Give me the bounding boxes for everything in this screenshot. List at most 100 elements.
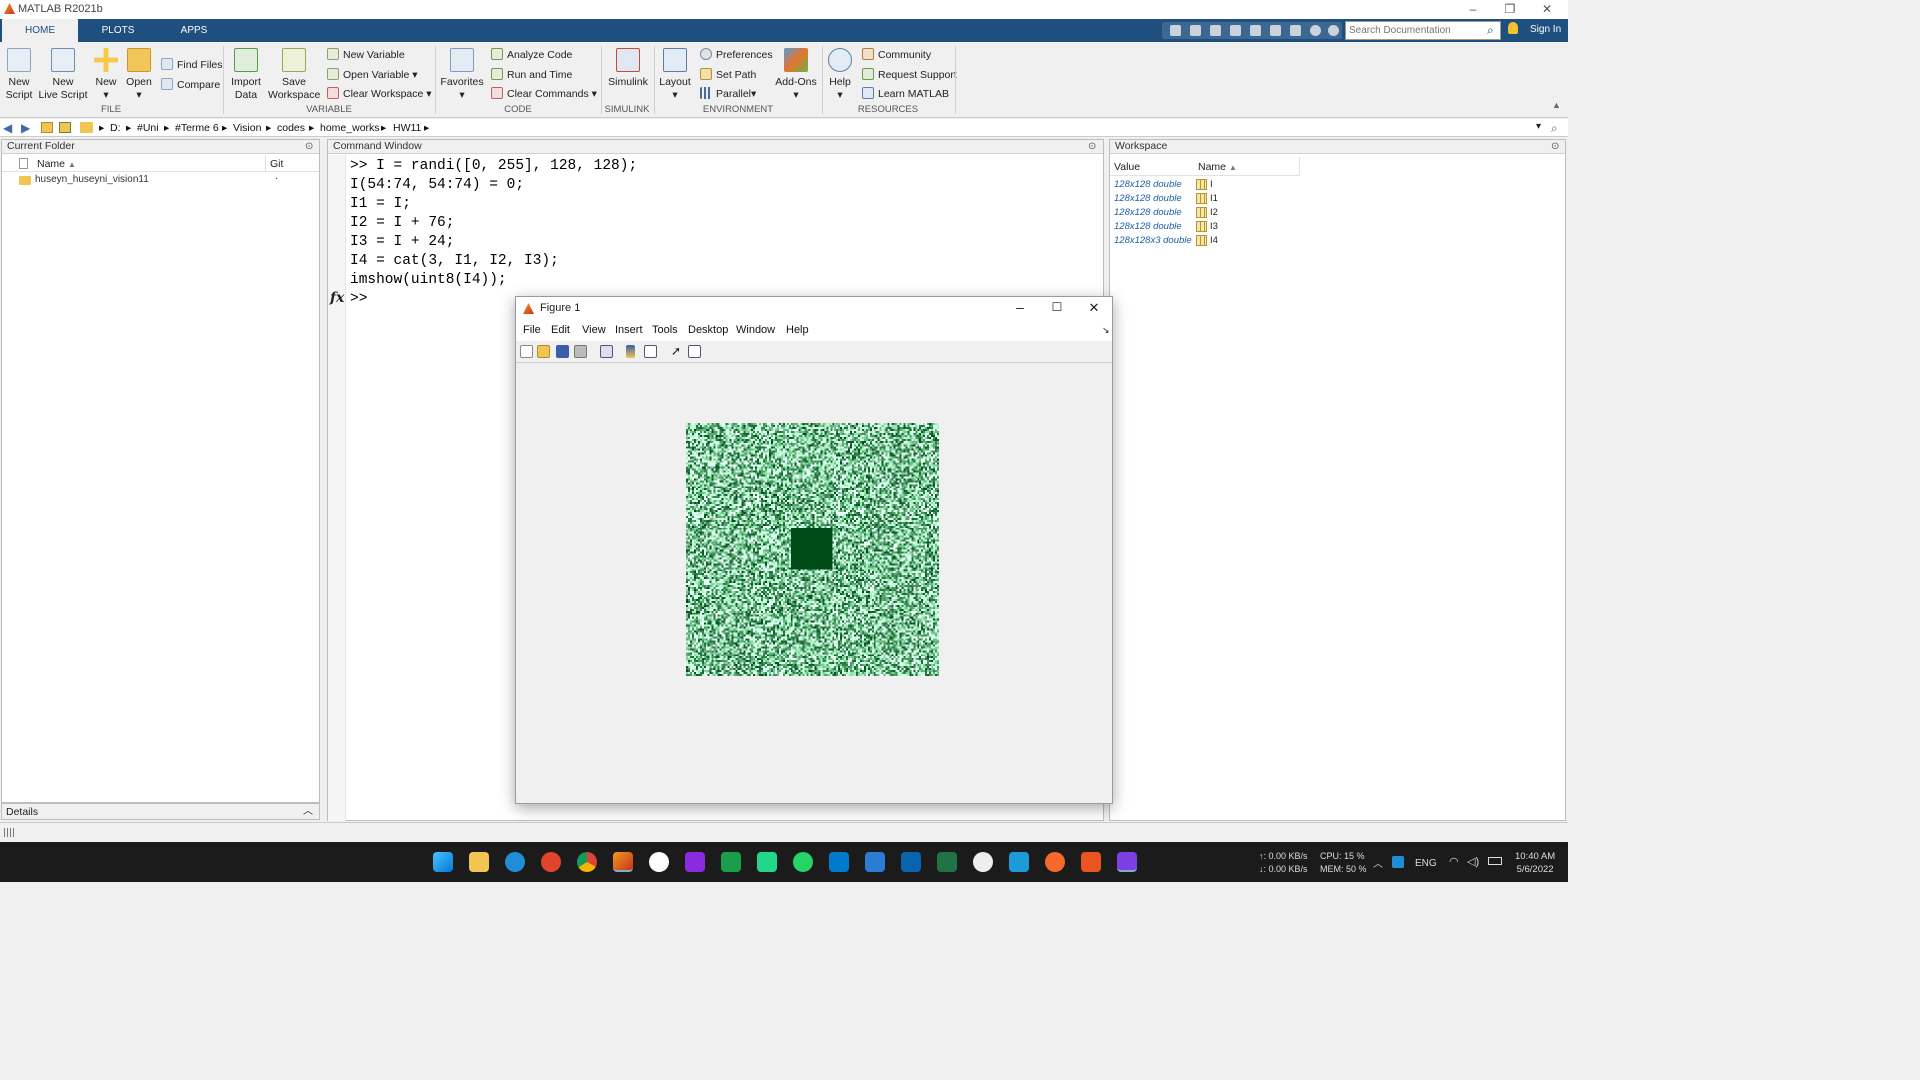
preferences-button[interactable]: Preferences (700, 48, 773, 61)
table-row[interactable]: 128x128 double I2 (1110, 206, 1300, 220)
record-app-icon[interactable] (541, 852, 561, 872)
command-prompt[interactable]: >> (350, 291, 367, 307)
word-app-icon[interactable] (649, 852, 669, 872)
learn-matlab-button[interactable]: Learn MATLAB (862, 87, 949, 100)
visual-studio-icon[interactable] (1117, 852, 1137, 872)
analyze-code-button[interactable]: Analyze Code (491, 48, 572, 61)
save-icon[interactable] (1170, 25, 1181, 36)
cut-icon[interactable] (1190, 25, 1201, 36)
open-button[interactable]: Open ▾ (124, 48, 154, 101)
save-icon[interactable] (556, 345, 569, 358)
tray-app-icon[interactable] (1392, 856, 1404, 868)
set-path-button[interactable]: Set Path (700, 68, 756, 81)
copy-icon[interactable] (1210, 25, 1221, 36)
link-plot-icon[interactable] (600, 345, 613, 358)
clock[interactable]: 10:40 AM 5/6/2022 (1515, 850, 1555, 876)
menu-insert[interactable]: Insert (615, 324, 643, 336)
favorites-button[interactable]: Favorites ▾ (440, 48, 484, 101)
open-file-icon[interactable] (537, 345, 550, 358)
find-files-button[interactable]: Find Files (161, 58, 223, 71)
forward-arrow-icon[interactable]: ▶ (21, 121, 30, 135)
breadcrumb-item[interactable]: codes (277, 122, 305, 134)
menu-tools[interactable]: Tools (652, 324, 678, 336)
switch-windows-icon[interactable] (1290, 25, 1301, 36)
save-workspace-button[interactable]: Save Workspace (268, 48, 320, 101)
image-display[interactable] (686, 423, 939, 676)
simulink-button[interactable]: Simulink (605, 48, 651, 89)
column-divider[interactable] (265, 155, 266, 172)
clion-icon[interactable] (757, 852, 777, 872)
clear-commands-button[interactable]: Clear Commands ▾ (491, 87, 597, 100)
table-row[interactable]: 128x128 double I3 (1110, 220, 1300, 234)
menu-window[interactable]: Window (736, 324, 775, 336)
chevron-up-icon[interactable]: ︿ (303, 804, 313, 820)
menu-view[interactable]: View (582, 324, 606, 336)
file-explorer-icon[interactable] (469, 852, 489, 872)
pycharm-icon[interactable] (721, 852, 741, 872)
windows-start-icon[interactable] (433, 852, 453, 872)
layout-button[interactable]: Layout ▾ (658, 48, 692, 101)
maximize-icon[interactable]: ☐ (1047, 300, 1067, 314)
path-history-dropdown-icon[interactable]: ▾ (1536, 121, 1541, 132)
panel-menu-icon[interactable]: ⊙ (305, 141, 313, 152)
language-indicator[interactable]: ENG (1415, 857, 1437, 870)
vscode-icon[interactable] (829, 852, 849, 872)
new-live-script-button[interactable]: New Live Script (38, 48, 88, 101)
panel-menu-icon[interactable]: ⊙ (1088, 141, 1096, 152)
paste-icon[interactable] (1230, 25, 1241, 36)
list-item[interactable]: huseyn_huseyni_vision11 · (2, 173, 319, 189)
tab-home[interactable]: HOME (2, 19, 78, 42)
breadcrumb-item[interactable]: D: (110, 122, 121, 134)
tab-apps[interactable]: APPS (160, 19, 228, 42)
chevron-up-icon[interactable]: ︿ (1373, 855, 1383, 870)
legend-icon[interactable] (644, 345, 657, 358)
collapse-ribbon-icon[interactable]: ▲ (1552, 100, 1561, 110)
open-variable-button[interactable]: Open Variable ▾ (327, 68, 418, 81)
settings-icon[interactable] (1328, 25, 1339, 36)
menu-edit[interactable]: Edit (551, 324, 570, 336)
compare-button[interactable]: Compare (161, 78, 220, 91)
steam-icon[interactable] (1009, 852, 1029, 872)
pointer-icon[interactable]: ➚ (671, 344, 681, 358)
new-figure-icon[interactable] (520, 345, 533, 358)
ubuntu-icon[interactable] (1081, 852, 1101, 872)
menu-desktop[interactable]: Desktop (688, 324, 728, 336)
edge-browser-icon[interactable] (505, 852, 525, 872)
phpstorm-icon[interactable] (685, 852, 705, 872)
table-row[interactable]: 128x128 double I1 (1110, 192, 1300, 206)
col-name[interactable]: Name ▲ (1194, 157, 1300, 176)
dock-arrow-icon[interactable]: ↘ (1102, 325, 1110, 336)
search-documentation-input[interactable] (1345, 21, 1501, 40)
function-browser-icon[interactable]: fx (330, 290, 344, 306)
whatsapp-icon[interactable] (793, 852, 813, 872)
add-ons-button[interactable]: Add-Ons ▾ (773, 48, 819, 101)
breadcrumb-item[interactable]: Vision (233, 122, 261, 134)
request-support-button[interactable]: Request Support (862, 68, 957, 81)
restore-icon[interactable]: ❐ (1495, 2, 1525, 16)
matlab-taskbar-icon[interactable] (613, 852, 633, 872)
community-button[interactable]: Community (862, 48, 931, 61)
table-row[interactable]: 128x128 double I (1110, 178, 1300, 192)
breadcrumb-item[interactable]: HW11 (393, 122, 421, 134)
breadcrumb-item[interactable]: #Uni (137, 122, 159, 134)
back-arrow-icon[interactable]: ◀ (3, 121, 12, 135)
minimize-icon[interactable]: – (1458, 2, 1488, 16)
panel-menu-icon[interactable]: ⊙ (1551, 141, 1559, 152)
colorbar-icon[interactable] (626, 345, 635, 358)
excel-icon[interactable] (937, 852, 957, 872)
new-script-button[interactable]: New Script (4, 48, 34, 101)
search-icon[interactable]: ⌕ (1487, 23, 1494, 38)
undo-icon[interactable] (1250, 25, 1261, 36)
table-row[interactable]: 128x128x3 double I4 (1110, 234, 1300, 248)
menu-file[interactable]: File (523, 324, 541, 336)
new-button[interactable]: New ▾ (92, 48, 120, 101)
clear-workspace-button[interactable]: Clear Workspace ▾ (327, 87, 432, 100)
close-icon[interactable]: ✕ (1532, 2, 1562, 16)
breadcrumb-item[interactable]: home_works (320, 122, 380, 134)
browse-folder-icon[interactable] (59, 122, 71, 133)
menu-help[interactable]: Help (786, 324, 809, 336)
print-icon[interactable] (574, 345, 587, 358)
redo-icon[interactable] (1270, 25, 1281, 36)
col-name[interactable]: Name ▲ (37, 158, 76, 170)
close-icon[interactable]: ✕ (1084, 300, 1104, 316)
